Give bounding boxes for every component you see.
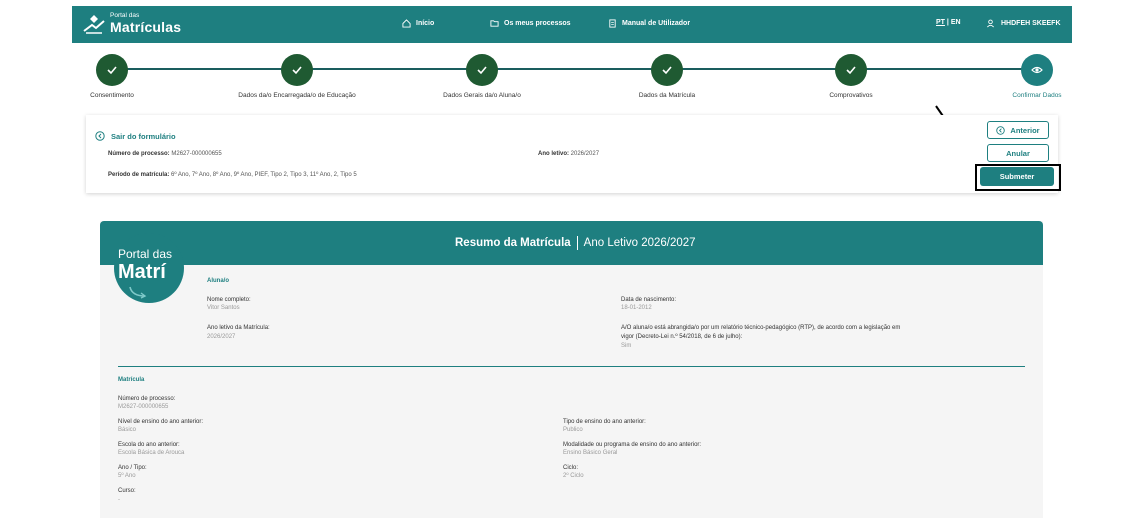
enrollment-year-value: 2026/2027 [207, 334, 236, 340]
enrollment-year-label: Ano letivo da Matrícula: [207, 325, 270, 331]
process-number-label: Número de processo: [108, 151, 170, 157]
home-icon [402, 19, 411, 28]
previous-button-label: Anterior [1010, 125, 1040, 135]
summary-title-main: Resumo da Matrícula [455, 237, 571, 250]
nav-home[interactable]: Início [402, 19, 434, 28]
step-label: Confirmar Dados [1012, 92, 1062, 99]
top-navigation-bar: Portal das Matrículas Início Os meus pro… [72, 6, 1072, 43]
watermark-arrow-icon [129, 286, 147, 299]
logo-title: Matrículas [110, 19, 182, 35]
previous-modality-value: Ensino Básico Geral [563, 450, 618, 456]
step-student-data[interactable] [466, 54, 498, 86]
enrollment-period-info: Período de matrícula: 6º Ano, 7º Ano, 8º… [108, 172, 357, 178]
check-icon [662, 66, 672, 75]
folder-icon [490, 20, 499, 27]
cycle-label: Ciclo: [563, 465, 579, 471]
previous-level-label: Nível de ensino do ano anterior: [118, 419, 204, 425]
user-menu[interactable]: HHDFEH SKEEFK [986, 19, 1061, 28]
watermark-big-text: Matrí [118, 261, 166, 283]
stepper-line [112, 68, 1038, 70]
exit-form-link[interactable]: Sair do formulário [95, 131, 176, 141]
cycle-value: 2º Ciclo [563, 473, 584, 479]
school-year-value: 2026/2027 [570, 151, 600, 157]
step-label: Dados da/o Encarregada/o de Educação [238, 92, 356, 99]
logo-icon [83, 15, 105, 34]
check-icon [292, 66, 302, 75]
rtp-label-line2: vigor (Decreto-Lei n.º 54/2018, de 6 de … [621, 334, 743, 340]
process-number-value: M2627-000000655 [171, 151, 222, 157]
summary-header: Resumo da Matrícula Ano Letivo 2026/2027 [100, 221, 1043, 265]
nav-my-processes[interactable]: Os meus processos [490, 19, 571, 28]
portal-logo[interactable]: Portal das Matrículas [82, 10, 192, 38]
progress-stepper: Consentimento Dados da/o Encarregada/o d… [0, 50, 1134, 105]
grade-type-value: 5º Ano [118, 473, 136, 479]
enrollment-section-title: Matrícula [118, 377, 145, 383]
process-number-info: Número de processo: M2627-000000655 [108, 151, 222, 157]
lang-separator: | [946, 19, 949, 26]
form-info-card: Sair do formulário Número de processo: M… [86, 115, 1058, 193]
check-icon [477, 66, 487, 75]
previous-level-value: Básico [118, 427, 137, 433]
school-year-label: Ano letivo: [538, 151, 569, 157]
cancel-button-label: Anular [1006, 148, 1030, 158]
submit-highlight-box [975, 164, 1061, 191]
school-year-info: Ano letivo: 2026/2027 [538, 151, 599, 157]
summary-title: Resumo da Matrícula Ano Letivo 2026/2027 [455, 236, 696, 250]
previous-school-value: Escola Básica de Arouca [118, 450, 185, 456]
watermark-small-text: Portal das [118, 247, 173, 261]
section-divider [118, 366, 1025, 367]
student-section-title: Aluna/o [207, 278, 229, 284]
title-divider [576, 236, 578, 250]
eye-icon [1031, 66, 1043, 74]
logo-subtitle: Portal das [110, 12, 140, 19]
step-consent[interactable] [96, 54, 128, 86]
step-guardian-data[interactable] [281, 54, 313, 86]
nav-home-label: Início [416, 20, 435, 27]
step-label: Comprovativos [829, 92, 873, 99]
course-value: - [118, 497, 120, 503]
step-confirm-data[interactable] [1021, 54, 1053, 86]
step-label: Dados Gerais da/o Aluna/o [443, 92, 521, 99]
user-icon [987, 19, 994, 28]
previous-type-label: Tipo de ensino do ano anterior: [563, 419, 646, 425]
student-name-label: Nome completo: [207, 297, 251, 303]
enrollment-summary-panel: Resumo da Matrícula Ano Letivo 2026/2027 … [100, 221, 1043, 518]
summary-title-year: Ano Letivo 2026/2027 [583, 237, 696, 250]
step-proofs[interactable] [835, 54, 867, 86]
process-number-label: Número de processo: [118, 396, 176, 402]
portal-watermark-logo: Portal das Matrí [114, 233, 184, 303]
lang-en[interactable]: EN [951, 19, 961, 26]
birth-date-value: 18-01-2012 [621, 305, 652, 311]
previous-button[interactable]: Anterior [987, 121, 1049, 139]
cancel-button[interactable]: Anular [987, 144, 1049, 162]
enrollment-period-value: 6º Ano, 7º Ano, 8º Ano, 9º Ano, PIEF, Ti… [171, 172, 357, 178]
check-icon [846, 66, 856, 75]
birth-date-label: Data de nascimento: [621, 297, 677, 303]
nav-user-manual-label: Manual de Utilizador [622, 20, 691, 27]
rtp-label-line1: A/O aluna/o está abrangida/o por um rela… [621, 325, 901, 331]
previous-school-label: Escola do ano anterior: [118, 442, 180, 448]
process-number-value: M2627-000000655 [118, 404, 169, 410]
exit-form-label: Sair do formulário [111, 131, 176, 141]
nav-my-processes-label: Os meus processos [504, 20, 571, 27]
check-icon [107, 66, 117, 75]
lang-pt[interactable]: PT [936, 19, 945, 26]
previous-type-value: Publico [563, 427, 583, 433]
nav-user-manual[interactable]: Manual de Utilizador [608, 19, 690, 28]
chevron-left-circle-icon [996, 125, 1006, 135]
step-label: Consentimento [90, 92, 134, 99]
previous-modality-label: Modalidade ou programa de ensino do ano … [563, 442, 702, 448]
course-label: Curso: [118, 488, 136, 494]
document-icon [609, 19, 616, 28]
grade-type-label: Ano / Tipo: [118, 465, 147, 471]
user-name: HHDFEH SKEEFK [1001, 20, 1061, 27]
step-label: Dados da Matrícula [638, 92, 696, 99]
rtp-value: Sim [621, 343, 632, 349]
enrollment-period-label: Período de matrícula: [108, 172, 170, 178]
language-switcher: PT | EN [936, 19, 961, 26]
step-enrollment-data[interactable] [651, 54, 683, 86]
chevron-left-circle-icon [95, 131, 105, 141]
student-name-value: Vitor Santos [207, 305, 240, 311]
